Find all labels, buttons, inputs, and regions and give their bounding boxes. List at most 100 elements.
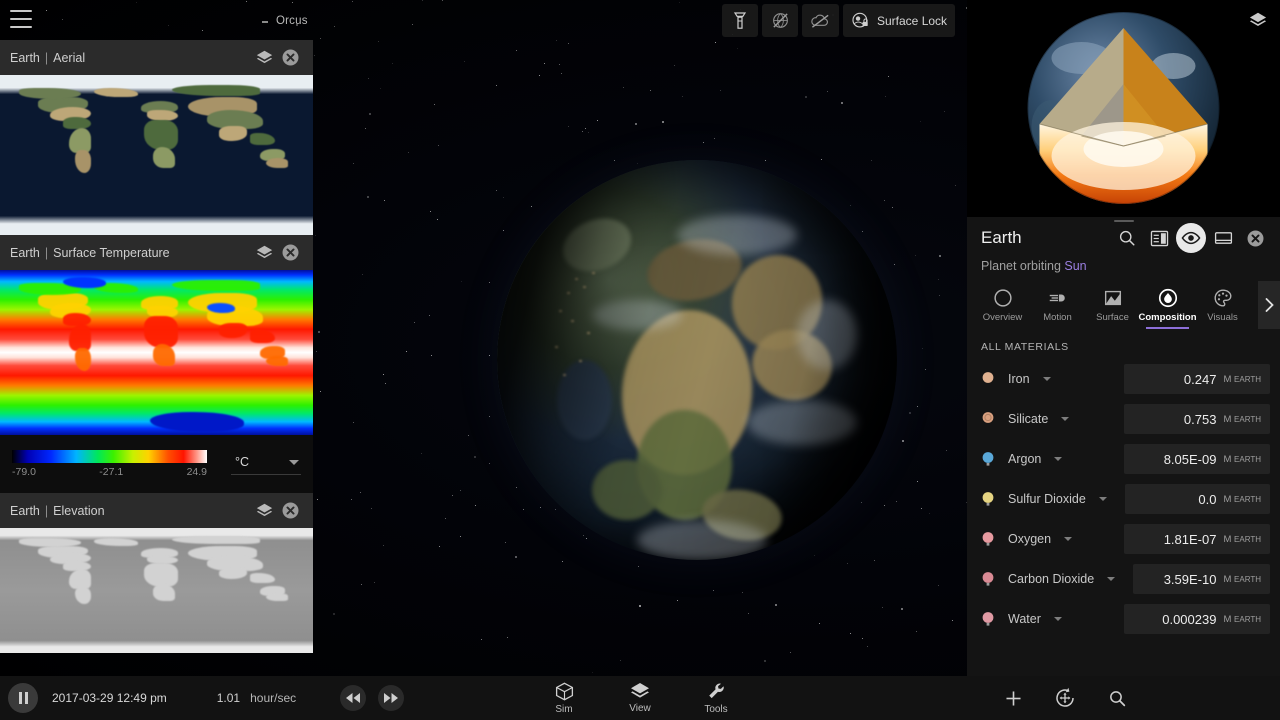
map-thumbnail-elevation[interactable] xyxy=(0,528,313,653)
timeline-icon xyxy=(1214,232,1232,244)
surface-lock-button[interactable]: Surface Lock xyxy=(843,4,956,37)
search-button[interactable] xyxy=(1102,683,1132,713)
chevron-down-icon[interactable] xyxy=(1042,377,1051,381)
material-unit: M EARTH xyxy=(1223,413,1261,425)
legend-mid: -27.1 xyxy=(99,466,124,478)
layers-icon xyxy=(631,683,649,698)
parent-object-link[interactable]: Sun xyxy=(1064,259,1086,273)
material-value-field[interactable]: 0.247 M EARTH xyxy=(1124,364,1270,394)
tab-motion[interactable]: Motion xyxy=(1030,287,1085,329)
cube-icon xyxy=(555,682,573,701)
materials-list[interactable]: Iron 0.247 M EARTH Silicate 0.753 M EARTH Argo… xyxy=(967,359,1280,688)
tools-button[interactable]: Tools xyxy=(693,681,739,715)
map-card-header[interactable]: Earth | Elevation xyxy=(0,493,313,528)
left-map-dock: Earth | Aerial Earth | Surface Temperatu… xyxy=(0,40,313,720)
material-name: Carbon Dioxide xyxy=(1008,572,1095,586)
planet-cutaway-view[interactable] xyxy=(967,0,1280,217)
material-value-field[interactable]: 3.59E-10 M EARTH xyxy=(1133,564,1270,594)
map-close-button[interactable] xyxy=(277,498,303,524)
clouds-toggle-button[interactable] xyxy=(802,4,839,37)
clouds-off-icon xyxy=(811,14,829,28)
planet-earth-render[interactable] xyxy=(497,160,897,560)
map-close-button[interactable] xyxy=(277,45,303,71)
temperature-unit-select[interactable]: °C xyxy=(231,453,301,475)
time-rate-value[interactable]: 1.01 xyxy=(217,691,240,705)
map-layers-button[interactable] xyxy=(251,498,277,524)
material-unit: M EARTH xyxy=(1223,533,1261,545)
material-value-field[interactable]: 0.0 M EARTH xyxy=(1124,484,1270,514)
map-layers-button[interactable] xyxy=(251,45,277,71)
play-pause-button[interactable] xyxy=(8,683,38,713)
sim-button[interactable]: Sim xyxy=(541,681,587,715)
material-value: 0.247 xyxy=(1183,371,1217,387)
rewind-icon xyxy=(346,693,361,703)
chevron-down-icon[interactable] xyxy=(1054,457,1063,461)
tab-label: Overview xyxy=(982,312,1023,323)
layers-icon xyxy=(1249,12,1267,26)
layers-icon xyxy=(256,245,272,259)
material-value-field[interactable]: 0.753 M EARTH xyxy=(1124,404,1270,434)
material-argon-icon xyxy=(977,448,999,470)
material-water-icon xyxy=(977,608,999,630)
material-value-field[interactable]: 8.05E-09 M EARTH xyxy=(1124,444,1270,474)
tab-visuals[interactable]: Visuals xyxy=(1195,287,1250,329)
panel-search-button[interactable] xyxy=(1112,223,1142,253)
motion-icon xyxy=(1049,294,1065,302)
panel-close-button[interactable] xyxy=(1240,223,1270,253)
material-value-field[interactable]: 1.81E-07 M EARTH xyxy=(1124,524,1270,554)
panel-drag-handle[interactable] xyxy=(1113,220,1134,222)
tabs-scroll-next-button[interactable] xyxy=(1258,281,1280,329)
navigation-mode-button[interactable] xyxy=(1050,683,1080,713)
gravity-toggle-button[interactable] xyxy=(762,4,798,37)
panel-header: Earth xyxy=(967,217,1280,259)
view-button[interactable]: View xyxy=(617,681,663,715)
chevron-down-icon[interactable] xyxy=(1061,417,1070,421)
fast-forward-button[interactable] xyxy=(378,685,405,711)
material-value-field[interactable]: 0.000239 M EARTH xyxy=(1124,604,1270,634)
material-carbon-dioxide-icon xyxy=(977,568,999,590)
materials-section-label: ALL MATERIALS xyxy=(981,341,1069,353)
material-unit: M EARTH xyxy=(1223,493,1261,505)
material-name: Argon xyxy=(1008,452,1042,466)
material-row: Sulfur Dioxide 0.0 M EARTH xyxy=(977,479,1270,519)
add-object-button[interactable] xyxy=(998,683,1028,713)
search-icon xyxy=(1119,230,1135,246)
layers-button[interactable] xyxy=(1244,6,1272,34)
material-value: 0.753 xyxy=(1183,411,1217,427)
map-card-header[interactable]: Earth | Aerial xyxy=(0,40,313,75)
time-rate-unit[interactable]: hour/sec xyxy=(250,691,296,705)
flashlight-button[interactable] xyxy=(722,4,758,37)
search-icon xyxy=(1109,690,1125,706)
tab-composition[interactable]: Composition xyxy=(1138,287,1197,329)
temperature-unit-value: °C xyxy=(235,455,250,469)
map-close-button[interactable] xyxy=(277,240,303,266)
material-unit: M EARTH xyxy=(1223,373,1261,385)
hamburger-icon xyxy=(10,18,32,20)
map-card-aerial: Earth | Aerial xyxy=(0,40,313,235)
tab-overview[interactable]: Overview xyxy=(975,287,1030,329)
main-menu-button[interactable] xyxy=(10,10,32,28)
rewind-button[interactable] xyxy=(340,685,367,711)
scene-object-label[interactable]: Orcus xyxy=(276,15,308,27)
viewport-tool-cluster: Surface Lock xyxy=(722,4,956,37)
map-layers-button[interactable] xyxy=(251,240,277,266)
material-row: Silicate 0.753 M EARTH xyxy=(977,399,1270,439)
material-unit: M EARTH xyxy=(1223,573,1261,585)
material-name: Water xyxy=(1008,612,1041,626)
panel-timeline-button[interactable] xyxy=(1208,223,1238,253)
panel-details-button[interactable] xyxy=(1144,223,1174,253)
hamburger-icon xyxy=(10,10,32,12)
tab-surface[interactable]: Surface xyxy=(1085,287,1140,329)
chevron-down-icon[interactable] xyxy=(1064,537,1073,541)
map-card-header[interactable]: Earth | Surface Temperature xyxy=(0,235,313,270)
chevron-down-icon[interactable] xyxy=(1098,497,1107,501)
close-icon xyxy=(1247,230,1263,246)
map-thumbnail-temperature[interactable] xyxy=(0,270,313,435)
map-thumbnail-aerial[interactable] xyxy=(0,75,313,235)
chevron-down-icon[interactable] xyxy=(1053,617,1062,621)
simulation-datetime[interactable]: 2017-03-29 12:49 pm xyxy=(52,691,167,705)
chevron-down-icon[interactable] xyxy=(1107,577,1116,581)
planet-interior-cutaway-icon xyxy=(1026,11,1220,205)
sim-label: Sim xyxy=(555,704,573,715)
panel-visibility-button[interactable] xyxy=(1176,223,1206,253)
